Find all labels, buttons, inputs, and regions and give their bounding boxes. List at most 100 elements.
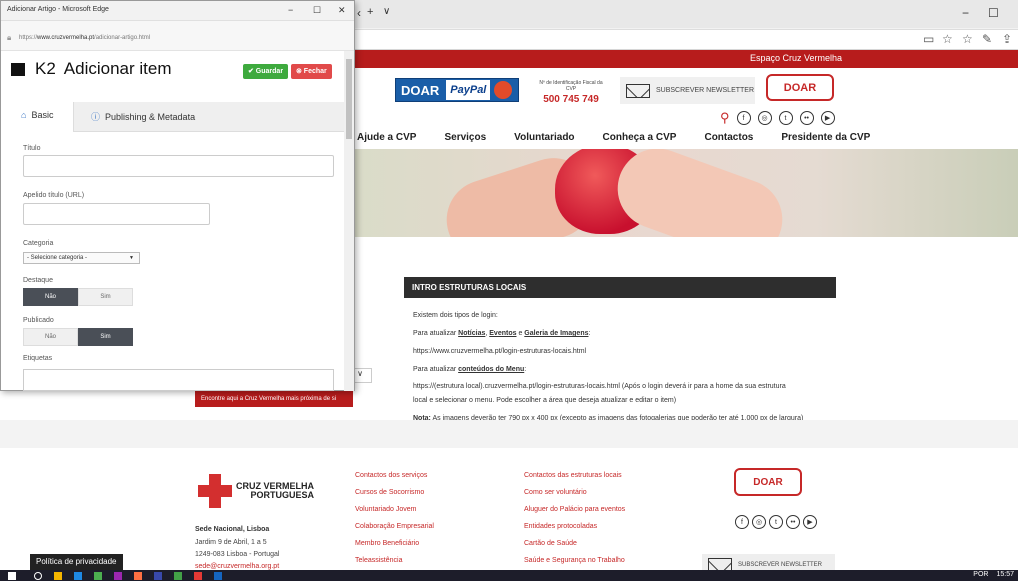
tab-close-icon[interactable]: ‹ (357, 6, 361, 20)
instagram-icon[interactable]: ◎ (752, 515, 766, 529)
flickr-icon[interactable]: •• (799, 111, 814, 125)
start-icon[interactable] (8, 572, 16, 580)
footer-newsletter-button[interactable]: SUBSCREVER NEWSLETTER (702, 554, 835, 570)
find-cv-text: Encontre aqui a Cruz Vermelha mais próxi… (201, 396, 337, 402)
favorite-star-icon[interactable]: ☆ (942, 32, 953, 46)
footer-newsletter-label: SUBSCREVER NEWSLETTER (738, 562, 823, 568)
popup-close-button[interactable]: ✕ (338, 5, 346, 16)
twitter-icon[interactable]: t (778, 111, 793, 125)
footer-doar-button[interactable]: DOAR (734, 468, 802, 496)
footer-link[interactable]: Aluguer do Palácio para eventos (524, 506, 625, 513)
reading-view-icon[interactable]: ▭ (923, 32, 934, 46)
app-icon[interactable] (94, 572, 102, 580)
galeria-link[interactable]: Galeria de Imagens (524, 330, 588, 337)
tab-list-button[interactable]: ∨ (383, 6, 390, 17)
popup-address-bar: 🔒︎ https://www.cruzvermelha.pt/adicionar… (1, 21, 354, 51)
title-label: Título (23, 145, 41, 152)
paypal-donate-button[interactable]: DOAR PayPal (395, 78, 519, 102)
close-button[interactable]: ⊗ Fechar (291, 64, 332, 79)
footer-link[interactable]: Cartão de Saúde (524, 540, 577, 547)
envelope-icon (626, 83, 650, 98)
footer-link[interactable]: Saúde e Segurança no Trabalho (524, 557, 625, 564)
search-icon[interactable] (34, 572, 42, 580)
footer-addr2: 1249-083 Lisboa - Portugal (195, 551, 280, 558)
popup-maximize-button[interactable]: ☐ (313, 5, 321, 16)
footer-link[interactable]: Colaboração Empresarial (355, 523, 434, 530)
flickr-icon[interactable]: •• (786, 515, 800, 529)
footer-link[interactable]: Teleassistência (355, 557, 402, 564)
popup-minimize-button[interactable]: − (288, 5, 293, 15)
k2-logo (11, 61, 39, 77)
youtube-icon[interactable]: ▶ (820, 111, 835, 125)
scrollbar-thumb[interactable] (346, 59, 352, 139)
share-icon[interactable]: ⇪ (1002, 32, 1012, 46)
eventos-link[interactable]: Eventos (489, 330, 516, 337)
k2-tabs: ⌂ Basic ⓘ Publishing & Metadata (11, 102, 344, 132)
instagram-icon[interactable]: ◎ (757, 111, 772, 125)
popup-scrollbar[interactable] (344, 51, 354, 391)
footer-link[interactable]: Contactos das estruturas locais (524, 472, 622, 479)
tab-publishing[interactable]: ⓘ Publishing & Metadata (91, 110, 195, 132)
tab-basic[interactable]: ⌂ Basic (11, 102, 74, 132)
footer-social-icons: f ◎ t •• ▶ (735, 515, 817, 529)
intro-line-4: Para atualizar conteúdos do Menu: (413, 366, 527, 373)
footer-link[interactable]: Contactos dos serviços (355, 472, 427, 479)
minimize-button[interactable]: − (962, 6, 969, 20)
search-icon[interactable]: ⚲ (720, 110, 730, 126)
footer-link[interactable]: Voluntariado Jovem (355, 506, 416, 513)
favorites-icon[interactable]: ☆ (962, 32, 973, 46)
home-icon: ⌂ (21, 110, 27, 120)
maximize-button[interactable]: ☐ (988, 6, 999, 20)
hero-image (345, 149, 1018, 237)
app-icon[interactable] (154, 572, 162, 580)
alias-input[interactable] (23, 203, 210, 225)
save-button[interactable]: ✔ Guardar (243, 64, 289, 79)
nav-contactos[interactable]: Contactos (704, 132, 753, 143)
footer-link[interactable]: Membro Beneficiário (355, 540, 419, 547)
footer-link[interactable]: Cursos de Socorrismo (355, 489, 424, 496)
footer-link[interactable]: Entidades protocoladas (524, 523, 597, 530)
nav-voluntariado[interactable]: Voluntariado (514, 132, 574, 143)
excel-icon[interactable] (174, 572, 182, 580)
word-icon[interactable] (214, 572, 222, 580)
tags-input[interactable] (23, 369, 334, 391)
tags-label: Etiquetas (23, 355, 53, 362)
address-bar[interactable] (355, 29, 1018, 49)
pen-icon[interactable]: ✎ (982, 32, 992, 46)
app-icon[interactable] (134, 572, 142, 580)
intro-line-1: Existem dois tipos de login: (413, 312, 498, 319)
logo-line2: PORTUGUESA (250, 490, 314, 500)
tray-lang[interactable]: POR (973, 571, 988, 578)
page-title: Adicionar item (63, 59, 172, 78)
doar-button[interactable]: DOAR (766, 74, 834, 101)
featured-no-button[interactable]: Não (23, 288, 78, 306)
published-no-button[interactable]: Não (23, 328, 78, 346)
privacy-tooltip[interactable]: Política de privacidade (30, 554, 123, 570)
featured-yes-button[interactable]: Sim (78, 288, 133, 306)
footer-link[interactable]: Como ser voluntário (524, 489, 587, 496)
facebook-icon[interactable]: f (736, 111, 751, 125)
conteudos-link[interactable]: conteúdos do Menu (458, 366, 524, 373)
nav-servicos[interactable]: Serviços (444, 132, 486, 143)
noticias-link[interactable]: Notícias (458, 330, 485, 337)
twitter-icon[interactable]: t (769, 515, 783, 529)
youtube-icon[interactable]: ▶ (803, 515, 817, 529)
newsletter-button[interactable]: SUBSCREVER NEWSLETTER (620, 77, 755, 104)
edge-icon[interactable] (74, 572, 82, 580)
nif-label: Nº de Identificação Fiscal da CVP (539, 80, 603, 92)
new-tab-button[interactable]: + (367, 6, 373, 18)
nav-ajude[interactable]: Ajude a CVP (357, 132, 416, 143)
category-select[interactable]: - Selecione categoria - ▼ (23, 252, 140, 264)
published-yes-button[interactable]: Sim (78, 328, 133, 346)
pdf-icon[interactable] (194, 572, 202, 580)
facebook-icon[interactable]: f (735, 515, 749, 529)
espaco-cv-link[interactable]: Espaço Cruz Vermelha (750, 53, 842, 63)
explorer-icon[interactable] (54, 572, 62, 580)
windows-taskbar: POR 15:57 (0, 570, 1018, 581)
tray-time[interactable]: 15:57 (996, 571, 1014, 578)
nav-conheca[interactable]: Conheça a CVP (603, 132, 677, 143)
footer-email[interactable]: sede@cruzvermelha.org.pt (195, 563, 279, 570)
nav-presidente[interactable]: Presidente da CVP (781, 132, 870, 143)
title-input[interactable] (23, 155, 334, 177)
app-icon[interactable] (114, 572, 122, 580)
